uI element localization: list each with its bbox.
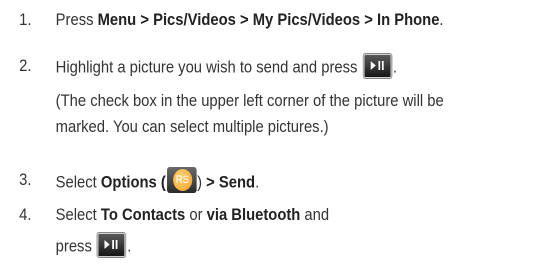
right-softkey-icon: RS xyxy=(166,167,197,193)
text-segment: Press xyxy=(55,10,98,29)
text-segment: press xyxy=(55,236,92,256)
play-pause-key-icon xyxy=(97,233,126,257)
send-label: Send xyxy=(218,172,256,192)
step-number: 4. xyxy=(19,205,32,224)
text-segment: . xyxy=(392,57,397,77)
step-number: 3. xyxy=(19,170,32,189)
text-segment: or xyxy=(185,205,207,224)
note-line: marked. You can select multiple pictures… xyxy=(55,117,329,136)
step-number: 1. xyxy=(19,10,32,29)
separator: > xyxy=(235,10,253,29)
separator: > xyxy=(136,10,154,29)
step-text: Press Menu > Pics/Videos > My Pics/Video… xyxy=(56,10,444,30)
text-segment: and xyxy=(300,205,330,224)
text-segment: ( xyxy=(156,172,166,192)
instruction-page: 1. Press Menu > Pics/Videos > My Pics/Vi… xyxy=(0,0,554,264)
menu-label: Menu xyxy=(97,10,137,29)
note-text: (The check box in the upper left corner … xyxy=(56,88,444,140)
text-segment: ) xyxy=(197,172,207,192)
my-pics-videos-label: My Pics/Videos xyxy=(252,10,361,29)
in-phone-label: In Phone xyxy=(376,10,440,29)
text-segment: . xyxy=(127,236,132,256)
text-segment: Highlight a picture you wish to send and… xyxy=(55,57,358,77)
pics-videos-label: Pics/Videos xyxy=(153,10,236,29)
note-line: (The check box in the upper left corner … xyxy=(55,91,444,110)
step-text: Select To Contacts or via Bluetooth and xyxy=(56,205,329,225)
options-label: Options xyxy=(100,172,157,192)
text-segment: . xyxy=(439,10,444,29)
text-segment: . xyxy=(255,172,260,192)
step-number: 2. xyxy=(19,56,32,75)
step-text: Highlight a picture you wish to send and… xyxy=(55,54,397,80)
text-segment: Select xyxy=(55,172,101,192)
via-bluetooth-label: via Bluetooth xyxy=(206,205,301,224)
text-segment: Select xyxy=(55,205,101,224)
to-contacts-label: To Contacts xyxy=(100,205,186,224)
separator: > xyxy=(360,10,377,29)
play-pause-key-icon xyxy=(363,54,392,78)
step-text: Select Options ( RS) > Send. xyxy=(55,167,260,196)
softkey-label: RS xyxy=(172,169,192,191)
step-text: press . xyxy=(55,233,132,259)
separator: > xyxy=(206,172,219,192)
